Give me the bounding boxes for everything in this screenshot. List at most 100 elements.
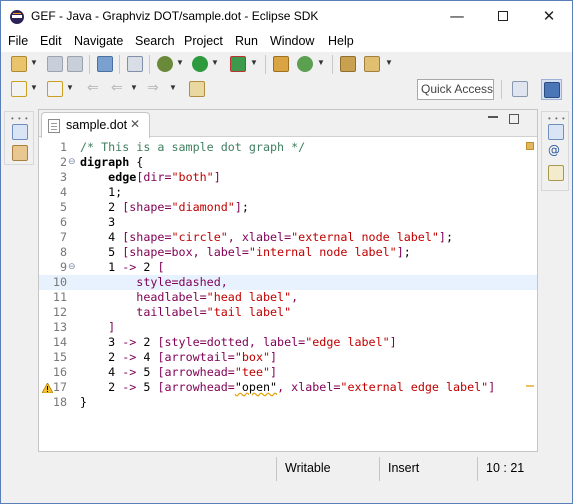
debug-dropdown-icon[interactable]: ▼ [176,58,184,67]
back-dropdown-icon[interactable]: ▼ [130,83,138,92]
package-explorer-icon[interactable] [12,145,28,161]
new-class-dropdown-icon[interactable]: ▼ [317,58,325,67]
code-line[interactable]: 4 1; [39,185,537,200]
menu-navigate[interactable]: Navigate [74,34,123,48]
trim-handle-icon[interactable]: • • • [548,114,566,123]
tasks-icon[interactable] [97,56,113,72]
new-class-icon[interactable] [297,56,313,72]
search-dropdown-icon[interactable]: ▼ [385,58,393,67]
menu-search[interactable]: Search [135,34,175,48]
menu-help[interactable]: Help [328,34,354,48]
horizontal-scrollbar[interactable] [39,438,537,451]
minimize-icon: — [449,7,465,25]
search-icon[interactable] [364,56,380,72]
menu-window[interactable]: Window [270,34,314,48]
code-line[interactable]: 11 headlabel="head label", [39,290,537,305]
external-tools-icon[interactable] [230,56,246,72]
open-perspective-button[interactable] [510,79,531,100]
code-token: "external edge label" [340,380,489,394]
last-edit-icon[interactable]: ⇐ [87,80,103,96]
save-icon[interactable] [47,56,63,72]
code-line[interactable]: 5 2 [shape="diamond"]; [39,200,537,215]
code-line[interactable]: 7 4 [shape="circle", xlabel="external no… [39,230,537,245]
main-toolbar: ▼ ▼ ▼ ▼ ▼ ▼ [1,52,572,77]
close-tab-icon[interactable]: ✕ [130,117,140,131]
code-line[interactable]: 16 4 -> 5 [arrowhead="tee"] [39,365,537,380]
menu-edit[interactable]: Edit [40,34,62,48]
menu-run[interactable]: Run [235,34,258,48]
forward-dropdown-icon[interactable]: ▼ [169,83,177,92]
code-line[interactable]: 1 /* This is a sample dot graph */ [39,140,537,155]
minimize-editor-icon[interactable] [488,116,498,118]
next-annotation-dropdown-icon[interactable]: ▼ [30,83,38,92]
new-wizard-icon[interactable] [11,56,27,72]
back-icon[interactable]: ⇐ [111,80,127,96]
restore-icon[interactable] [12,124,28,140]
right-trim-stack: • • • @ [541,111,569,191]
code-line[interactable]: 14 3 -> 2 [style=dotted, label="edge lab… [39,335,537,350]
title-bar[interactable]: GEF - Java - Graphviz DOT/sample.dot - E… [1,1,572,32]
skip-breakpoints-icon[interactable] [127,56,143,72]
code-token: ] [438,230,446,244]
code-token: -> [122,350,137,364]
save-all-icon[interactable] [67,56,83,72]
java-perspective-button[interactable] [541,79,562,100]
code-text: } [80,395,87,410]
trim-handle-icon[interactable]: • • • [11,114,29,123]
declaration-icon[interactable] [548,165,564,181]
prev-annotation-icon[interactable] [47,81,63,97]
code-line[interactable]: 12 taillabel="tail label" [39,305,537,320]
editor-tab-sample-dot[interactable]: sample.dot ✕ [41,112,150,138]
code-line[interactable]: 17 2 -> 5 [arrowhead="open", xlabel="ext… [39,380,537,395]
code-token: 2 [80,350,123,364]
code-line[interactable]: 8 5 [shape=box, label="internal node lab… [39,245,537,260]
maximize-button[interactable] [480,1,526,32]
line-number: 9 [59,260,67,274]
new-dropdown-icon[interactable]: ▼ [30,58,38,67]
code-line[interactable]: 18} [39,395,537,410]
minimize-button[interactable]: — [434,1,480,32]
code-text: 1 -> 2 [ [80,260,164,275]
code-text: 1; [80,185,122,200]
code-line[interactable]: 3 edge[dir="both"] [39,170,537,185]
forward-icon[interactable]: ⇒ [147,80,163,96]
close-button[interactable]: ✕ [526,1,572,32]
code-line[interactable]: 15 2 -> 4 [arrowtail="box"] [39,350,537,365]
code-line[interactable]: 6 3 [39,215,537,230]
line-number: 17 [52,380,67,394]
code-text: 2 [shape="diamond"]; [80,200,249,215]
menu-file[interactable]: File [8,34,28,48]
next-annotation-icon[interactable] [11,81,27,97]
external-tools-dropdown-icon[interactable]: ▼ [250,58,258,67]
editor-pane: sample.dot ✕ 1 /* This is a sample dot gr… [38,109,538,452]
code-line[interactable]: 2 ⊖ digraph { [39,155,537,170]
code-token: [arrowhead= [157,380,235,394]
quick-access-field[interactable]: Quick Access [417,79,494,100]
menu-project[interactable]: Project [184,34,223,48]
run-icon[interactable] [192,56,208,72]
fold-toggle-icon[interactable]: ⊖ [68,155,76,170]
code-token: ] [488,380,496,394]
debug-icon[interactable] [157,56,173,72]
fold-toggle-icon[interactable]: ⊖ [68,260,76,275]
code-token: "both" [171,170,214,184]
code-line[interactable]: 10 style=dashed, [39,275,537,290]
warning-marker[interactable] [526,385,534,387]
pin-editor-icon[interactable] [189,81,205,97]
line-number: 15 [52,350,67,364]
new-java-project-icon[interactable] [273,56,289,72]
maximize-editor-icon[interactable] [509,114,519,124]
code-line[interactable]: 13 ] [39,320,537,335]
open-type-icon[interactable] [340,56,356,72]
restore-icon[interactable] [548,124,564,140]
prev-annotation-dropdown-icon[interactable]: ▼ [66,83,74,92]
code-token: [arrowhead= [157,365,235,379]
code-token: edge [108,170,137,184]
code-line[interactable]: 9 ⊖ 1 -> 2 [ [39,260,537,275]
code-text: ] [80,320,115,335]
editor-tab-label: sample.dot [66,118,128,132]
code-editor[interactable]: 1/* This is a sample dot graph */2 ⊖ digra… [39,138,537,438]
javadoc-icon[interactable]: @ [548,143,564,159]
run-dropdown-icon[interactable]: ▼ [211,58,219,67]
